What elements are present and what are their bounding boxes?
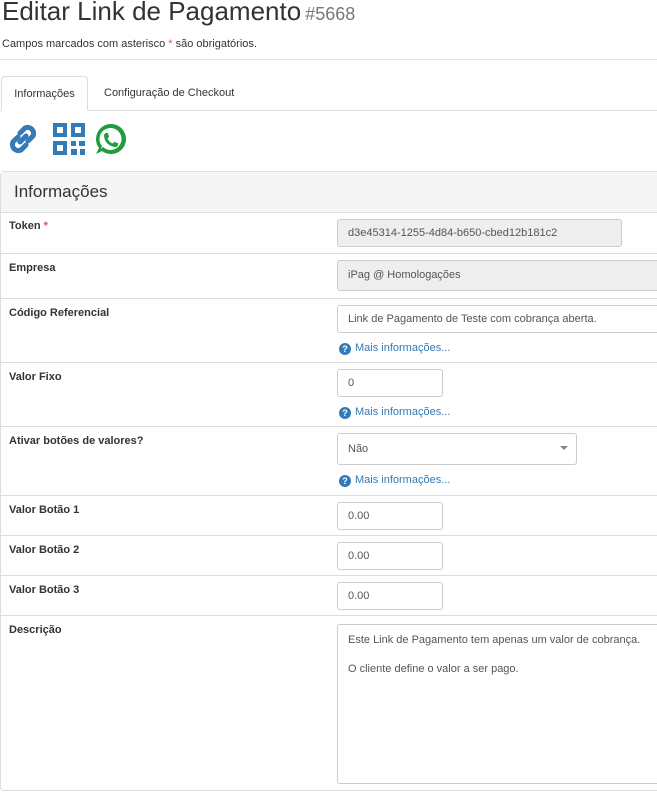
valor-botao-2-input[interactable]: 0.00 bbox=[337, 542, 443, 570]
descricao-line-2: O cliente define o valor a ser pago. bbox=[348, 663, 519, 675]
row-codigo-referencial: Código Referencial Link de Pagamento de … bbox=[1, 298, 657, 362]
help-text: Mais informações... bbox=[355, 406, 451, 418]
required-note-prefix: Campos marcados com asterisco bbox=[2, 38, 169, 50]
header-divider bbox=[0, 59, 657, 60]
valor-fixo-input[interactable]: 0 bbox=[337, 369, 443, 397]
link-icon[interactable] bbox=[4, 120, 42, 158]
valor-botao-2-label: Valor Botão 2 bbox=[9, 544, 80, 556]
tab-bar: Informações Configuração de Checkout bbox=[0, 76, 657, 111]
page-title-text: Editar Link de Pagamento bbox=[2, 0, 302, 26]
row-valor-botao-3: Valor Botão 3 0.00 bbox=[1, 575, 657, 615]
descricao-label: Descrição bbox=[9, 624, 62, 636]
help-text: Mais informações... bbox=[355, 474, 451, 486]
required-note: Campos marcados com asterisco * são obri… bbox=[2, 38, 257, 50]
help-icon: ? bbox=[339, 343, 351, 355]
chevron-down-icon bbox=[560, 446, 568, 450]
valor-fixo-help-link[interactable]: ? Mais informações... bbox=[339, 406, 450, 419]
ativar-botoes-selected: Não bbox=[348, 443, 369, 455]
row-ativar-botoes: Ativar botões de valores? Não ? Mais info… bbox=[1, 426, 657, 495]
page-title: Editar Link de Pagamento #5668 bbox=[2, 0, 355, 27]
token-label: Token * bbox=[9, 220, 48, 232]
row-descricao: Descrição Este Link de Pagamento tem ape… bbox=[1, 615, 657, 792]
valor-fixo-label: Valor Fixo bbox=[9, 371, 62, 383]
row-token: Token * d3e45314-1255-4d84-b650-cbed12b1… bbox=[1, 212, 657, 253]
codigo-referencial-label: Código Referencial bbox=[9, 307, 110, 319]
descricao-textarea[interactable]: Este Link de Pagamento tem apenas um val… bbox=[337, 624, 657, 784]
valor-botao-1-label: Valor Botão 1 bbox=[9, 504, 80, 516]
help-icon: ? bbox=[339, 407, 351, 419]
panel-header: Informações bbox=[1, 172, 657, 213]
valor-botao-1-input[interactable]: 0.00 bbox=[337, 502, 443, 530]
panel-title: Informações bbox=[14, 182, 108, 201]
row-valor-botao-2: Valor Botão 2 0.00 bbox=[1, 535, 657, 575]
record-id: #5668 bbox=[305, 4, 356, 24]
required-note-suffix: são obrigatórios. bbox=[172, 38, 257, 50]
tab-informacoes[interactable]: Informações bbox=[1, 76, 88, 111]
token-field[interactable]: d3e45314-1255-4d84-b650-cbed12b181c2 bbox=[337, 219, 622, 247]
whatsapp-icon[interactable] bbox=[92, 120, 130, 158]
row-empresa: Empresa iPag @ Homologações bbox=[1, 253, 657, 298]
ativar-botoes-select[interactable]: Não bbox=[337, 433, 577, 465]
row-valor-botao-1: Valor Botão 1 0.00 bbox=[1, 495, 657, 535]
token-label-text: Token bbox=[9, 220, 41, 232]
empresa-field[interactable]: iPag @ Homologações bbox=[337, 260, 657, 291]
help-icon: ? bbox=[339, 475, 351, 487]
empresa-label: Empresa bbox=[9, 262, 56, 274]
help-text: Mais informações... bbox=[355, 342, 451, 354]
valor-botao-3-input[interactable]: 0.00 bbox=[337, 582, 443, 610]
tab-configuracao-checkout[interactable]: Configuração de Checkout bbox=[92, 76, 246, 110]
valor-botao-3-label: Valor Botão 3 bbox=[9, 584, 80, 596]
ativar-botoes-label: Ativar botões de valores? bbox=[9, 435, 144, 447]
informacoes-panel: Informações Token * d3e45314-1255-4d84-b… bbox=[0, 171, 657, 791]
ativar-botoes-help-link[interactable]: ? Mais informações... bbox=[339, 474, 450, 487]
codigo-referencial-help-link[interactable]: ? Mais informações... bbox=[339, 342, 450, 355]
qr-code-icon[interactable] bbox=[50, 120, 88, 158]
token-required-mark: * bbox=[43, 220, 48, 232]
codigo-referencial-input[interactable]: Link de Pagamento de Teste com cobrança … bbox=[337, 305, 657, 333]
row-valor-fixo: Valor Fixo 0 ? Mais informações... bbox=[1, 362, 657, 426]
descricao-line-1: Este Link de Pagamento tem apenas um val… bbox=[348, 634, 641, 646]
